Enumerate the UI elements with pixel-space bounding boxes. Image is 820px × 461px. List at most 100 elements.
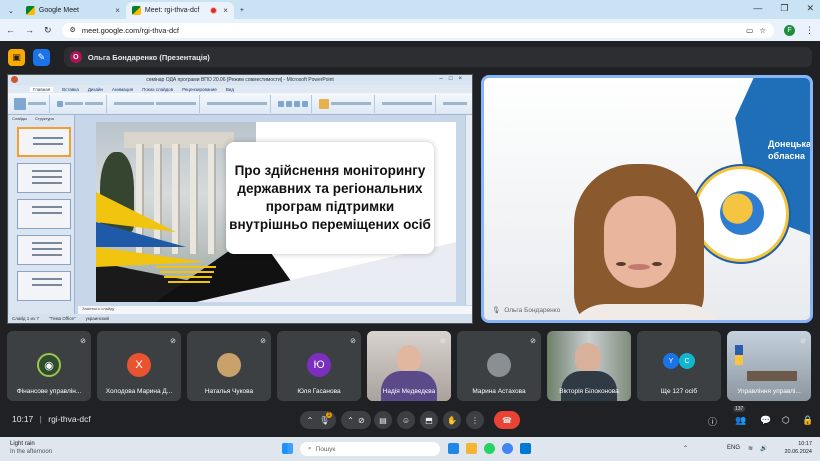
participant-avatar [217, 353, 241, 377]
tab-title: Google Meet [38, 7, 79, 14]
ribbon-group [316, 94, 375, 113]
ppt-ribbon-tabs: Главная Вставка Дизайн Анимация Показ сл… [8, 85, 472, 93]
chrome-icon[interactable] [502, 443, 513, 454]
mic-toggle-button[interactable]: ⌃ 🎙 1 [300, 411, 336, 429]
app-icon[interactable] [520, 443, 531, 454]
present-icon: ⬒ [425, 415, 433, 425]
thumb-line [32, 206, 62, 208]
chevron-up-icon[interactable]: ⌃ [683, 445, 688, 452]
info-icon[interactable]: ⓘ [708, 415, 717, 428]
meeting-info: 10:17 | rgi-thva-dcf [12, 414, 91, 424]
participant-tile[interactable]: ⊘ Марина Астахова [457, 331, 541, 401]
notes-placeholder: Заметки к слайду [82, 306, 115, 311]
new-tab-button[interactable]: + [234, 2, 250, 19]
bookmark-star-icon[interactable]: ☆ [759, 26, 766, 35]
clock[interactable]: 10:17 20.06.2024 [784, 440, 812, 456]
participant-tile[interactable]: ⊘ Ю Юля Гасанова [277, 331, 361, 401]
activities-icon[interactable]: ▣ [8, 48, 25, 66]
reload-icon[interactable]: ↻ [44, 25, 52, 36]
face [575, 343, 601, 373]
hang-up-icon: ☎ [502, 415, 512, 425]
more-vertical-icon: ⋮ [471, 415, 479, 425]
participant-tile[interactable]: ⊘ ◉ Фінансове управлін... [7, 331, 91, 401]
taskbar-search[interactable]: ⌕ Пошук [300, 442, 440, 456]
chevron-up-icon: ⌃ [347, 415, 354, 425]
participant-tile[interactable]: ⊘ Х Холодова Марина Д... [97, 331, 181, 401]
meeting-time: 10:17 [12, 414, 34, 424]
windows-start-icon[interactable] [282, 443, 293, 454]
menu-dots-icon[interactable]: ⋮ [805, 25, 814, 36]
current-slide: Про здійснення моніторингу державних та … [96, 122, 456, 302]
speaker-tile[interactable]: Донецька обласна 🎙 Ольга Бондаренко [481, 75, 813, 323]
captions-button[interactable]: ▤ [374, 411, 392, 429]
whatsapp-icon[interactable] [484, 443, 495, 454]
camera-toggle-button[interactable]: ⌃ ⊘ [341, 411, 371, 429]
url-text: meet.google.com/rgi-thva-dcf [81, 25, 179, 35]
weather-widget[interactable]: Light rain In the afternoon [10, 440, 52, 456]
ribbon-group [111, 94, 200, 113]
ribbon-label [65, 102, 83, 105]
meeting-code: rgi-thva-dcf [48, 414, 91, 424]
participant-tile[interactable]: ⊘ Надія Медведєва [367, 331, 451, 401]
slide-notes: Заметки к слайду [78, 306, 472, 314]
more-participants-tile[interactable]: Y C Ще 127 осіб [637, 331, 721, 401]
reactions-button[interactable]: ☺ [397, 411, 415, 429]
omnibox[interactable]: ⚙ meet.google.com/rgi-thva-dcf ▭ ☆ [61, 22, 774, 38]
ribbon-label [443, 102, 467, 105]
camera-icon[interactable]: ▭ [746, 26, 753, 35]
ppt-workspace: Слайды Структура Про здійснення монітори… [8, 115, 472, 316]
participant-name: Юля Гасанова [297, 388, 341, 395]
edit-layout-icon[interactable]: ✎ [32, 48, 50, 66]
language-indicator[interactable]: ENG [727, 445, 740, 451]
close-icon[interactable]: × [115, 6, 120, 15]
tab-meet-active[interactable]: Meet: rgi-thva-dcf × [125, 2, 234, 19]
forward-icon[interactable]: → [25, 25, 34, 35]
wifi-icon[interactable]: ≋ [748, 445, 753, 452]
captions-icon: ▤ [379, 415, 387, 425]
thumb-line [32, 284, 62, 286]
mic-off-icon: ⊘ [80, 338, 86, 345]
table [747, 371, 797, 381]
activities-icon[interactable]: ⬡ [782, 415, 790, 426]
task-view-icon[interactable] [448, 443, 459, 454]
site-info-icon[interactable]: ⚙ [70, 26, 76, 34]
presentation-indicator[interactable]: О Ольга Бондаренко (Презентація) [63, 47, 812, 67]
mic-off-icon: ⊘ [530, 338, 536, 345]
minimize-icon[interactable]: — [753, 3, 762, 14]
tab-title: Meet: rgi-thva-dcf [144, 7, 200, 14]
tab-google-meet[interactable]: Google Meet × [20, 2, 126, 19]
people-icon[interactable]: 👥 137 [733, 406, 746, 426]
host-controls-icon[interactable]: 🔒 [802, 415, 813, 426]
shape-icon [294, 100, 300, 107]
leave-call-button[interactable]: ☎ [494, 411, 520, 429]
tab-search-button[interactable]: ⌄ [2, 2, 20, 19]
ribbon-label [156, 102, 196, 105]
window-controls: — ❐ ✕ [753, 3, 814, 14]
participant-tile[interactable]: ⊘ Управління управлі... [727, 331, 811, 401]
participant-tile[interactable]: ⊘ Наталья Чукова [187, 331, 271, 401]
slide-counter: Слайд 1 из 7 [12, 316, 39, 321]
volume-icon[interactable]: 🔊 [760, 445, 767, 452]
thumb-line [32, 278, 62, 280]
window-close-icon[interactable]: ✕ [806, 3, 814, 14]
participant-name: Ще 127 осіб [660, 388, 698, 395]
ribbon-group [11, 94, 50, 113]
body [566, 304, 726, 320]
clock-time: 10:17 [798, 441, 812, 447]
maximize-icon[interactable]: ❐ [780, 3, 788, 14]
participant-name: Надія Медведєва [382, 388, 436, 395]
body [381, 371, 437, 401]
chat-icon[interactable]: 💬 [760, 415, 771, 426]
clock-date: 20.06.2024 [784, 449, 812, 455]
profile-avatar[interactable]: F [784, 24, 795, 36]
close-icon[interactable]: × [223, 6, 228, 15]
participant-tile[interactable]: Вікторія Білоконова [547, 331, 631, 401]
more-options-button[interactable]: ⋮ [466, 411, 484, 429]
theme-name: "Тема Office" [48, 316, 76, 321]
raise-hand-button[interactable]: ✋ [443, 411, 461, 429]
present-button[interactable]: ⬒ [420, 411, 438, 429]
speaker-video [566, 164, 726, 320]
back-icon[interactable]: ← [6, 25, 15, 35]
file-explorer-icon[interactable] [466, 443, 477, 454]
ribbon-group [275, 94, 312, 113]
